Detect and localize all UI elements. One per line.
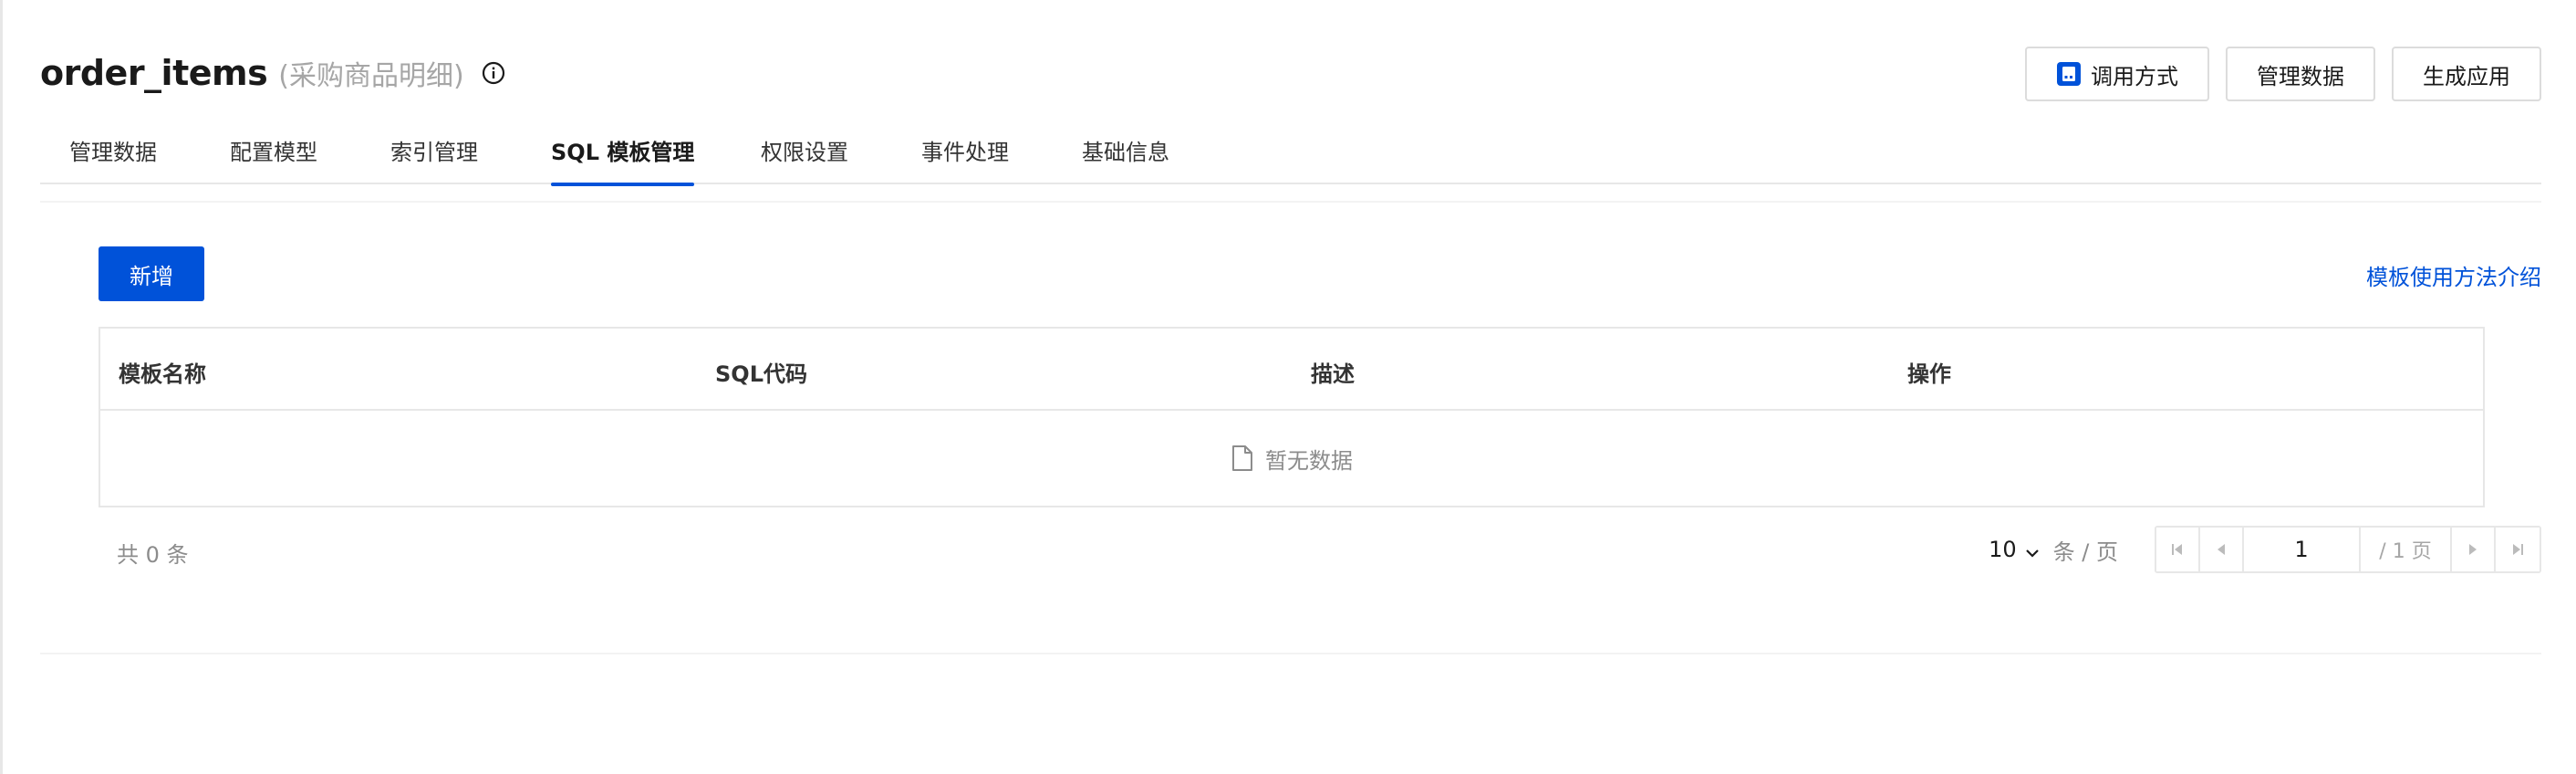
page-size-select[interactable]: 10: [1989, 537, 2041, 562]
column-header-description: 描述: [1311, 361, 1355, 387]
add-button[interactable]: 新增: [99, 246, 204, 301]
tab-permission-settings[interactable]: 权限设置: [761, 137, 848, 184]
window-edge: [0, 0, 3, 774]
api-doc-icon: [2056, 61, 2082, 87]
call-method-label: 调用方式: [2091, 63, 2178, 89]
page-number-input[interactable]: [2244, 528, 2361, 571]
column-header-template-name: 模板名称: [119, 361, 206, 387]
prev-page-button[interactable]: [2200, 528, 2244, 571]
generate-app-button[interactable]: 生成应用: [2392, 47, 2541, 101]
total-count: 共 0 条: [117, 542, 189, 568]
info-icon[interactable]: [481, 60, 506, 86]
page-title: order_items: [40, 53, 268, 93]
next-page-icon: [2469, 544, 2477, 555]
empty-text: 暂无数据: [1265, 447, 1353, 474]
page-subtitle: (采购商品明细): [278, 60, 464, 92]
page-navigation: / 1 页: [2155, 526, 2541, 573]
tab-config-model[interactable]: 配置模型: [230, 137, 317, 184]
column-header-actions: 操作: [1907, 361, 1951, 387]
page-size-value: 10: [1989, 537, 2017, 562]
tab-bar: 管理数据 配置模型 索引管理 SQL 模板管理 权限设置 事件处理 基础信息: [40, 137, 2541, 186]
column-header-sql-code: SQL代码: [715, 361, 807, 387]
header-actions: 调用方式 管理数据 生成应用: [2025, 47, 2541, 101]
tab-event-handling[interactable]: 事件处理: [921, 137, 1009, 184]
empty-state: 暂无数据: [100, 411, 2483, 506]
total-pages: / 1 页: [2361, 528, 2452, 571]
divider: [40, 201, 2541, 203]
tab-basic-info[interactable]: 基础信息: [1082, 137, 1169, 184]
template-usage-intro-link[interactable]: 模板使用方法介绍: [2366, 259, 2541, 291]
title-group: order_items (采购商品明细): [40, 53, 506, 93]
tab-sql-template-management[interactable]: SQL 模板管理: [551, 137, 695, 186]
call-method-button[interactable]: 调用方式: [2025, 47, 2209, 101]
tab-index-management[interactable]: 索引管理: [390, 137, 478, 184]
pagination: 10 条 / 页 / 1 页: [1989, 526, 2541, 573]
chevron-down-icon: [2024, 541, 2041, 558]
first-page-icon: [2172, 544, 2182, 555]
table-header: 模板名称 SQL代码 描述 操作: [100, 329, 2483, 411]
last-page-button[interactable]: [2496, 528, 2540, 571]
section-bottom-divider: [40, 653, 2541, 654]
first-page-button[interactable]: [2156, 528, 2200, 571]
next-page-button[interactable]: [2452, 528, 2496, 571]
manage-data-button[interactable]: 管理数据: [2226, 47, 2375, 101]
last-page-icon: [2513, 544, 2523, 555]
tab-manage-data[interactable]: 管理数据: [69, 137, 157, 184]
per-page-label: 条 / 页: [2052, 539, 2118, 565]
empty-file-icon: [1231, 445, 1254, 472]
template-table: 模板名称 SQL代码 描述 操作 暂无数据: [99, 327, 2485, 507]
prev-page-icon: [2218, 544, 2225, 555]
page-header: order_items (采购商品明细) 调用方式 管理数据 生成应用: [40, 44, 2541, 102]
